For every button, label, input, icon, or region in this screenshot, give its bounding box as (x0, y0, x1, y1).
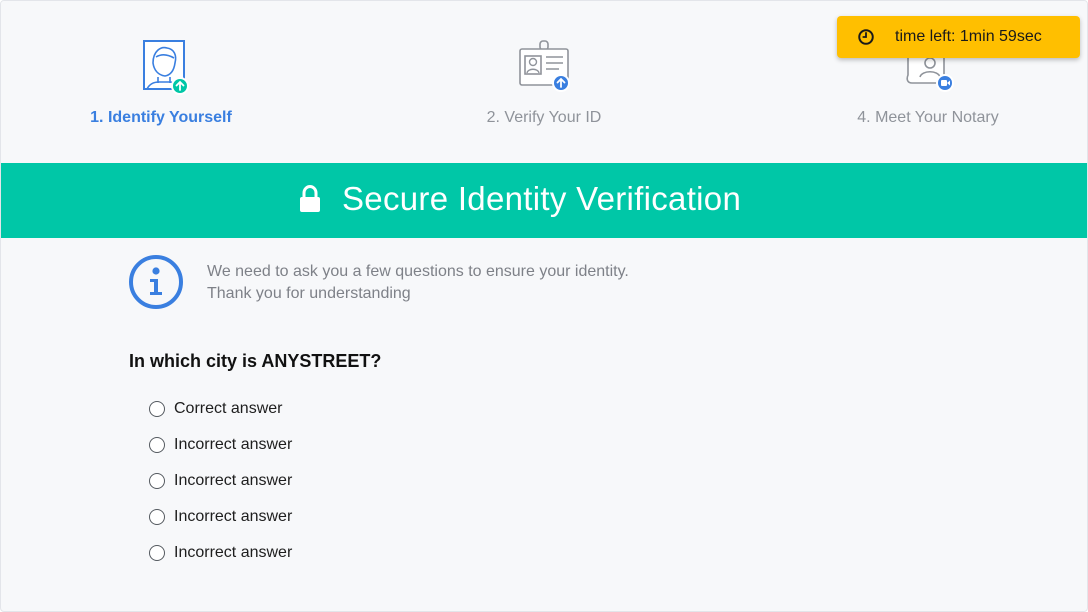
clock-icon (858, 29, 874, 45)
step-identify-yourself[interactable]: 1. Identify Yourself (41, 37, 281, 127)
answer-label: Correct answer (174, 400, 283, 417)
step-label: 1. Identify Yourself (90, 109, 232, 126)
info-message: We need to ask you a few questions to en… (207, 261, 629, 305)
question-text: In which city is ANYSTREET? (129, 351, 382, 371)
id-card-upload-icon (519, 40, 570, 92)
answer-label: Incorrect answer (174, 544, 293, 561)
time-left-text: time left: 1min 59sec (895, 28, 1042, 45)
answer-option[interactable]: Incorrect answer (149, 463, 292, 499)
answer-options: Correct answer Incorrect answer Incorrec… (149, 391, 292, 571)
info-line-2: Thank you for understanding (207, 285, 411, 302)
time-left-badge: time left: 1min 59sec (837, 16, 1080, 58)
radio-button[interactable] (149, 509, 165, 525)
info-icon (129, 255, 183, 309)
answer-option[interactable]: Incorrect answer (149, 535, 292, 571)
page-frame: 1. Identify Yourself 2. Verify Your ID 4… (0, 0, 1088, 612)
step-label: 2. Verify Your ID (486, 109, 602, 126)
answer-label: Incorrect answer (174, 436, 293, 453)
answer-option[interactable]: Incorrect answer (149, 499, 292, 535)
person-upload-icon (143, 40, 189, 95)
answer-option[interactable]: Incorrect answer (149, 427, 292, 463)
info-line-1: We need to ask you a few questions to en… (207, 263, 629, 280)
radio-button[interactable] (149, 437, 165, 453)
answer-label: Incorrect answer (174, 508, 293, 525)
radio-button[interactable] (149, 401, 165, 417)
step-verify-your-id[interactable]: 2. Verify Your ID (424, 37, 664, 127)
secure-verification-banner: Secure Identity Verification (1, 163, 1087, 238)
answer-label: Incorrect answer (174, 472, 293, 489)
radio-button[interactable] (149, 473, 165, 489)
lock-icon (300, 184, 320, 212)
radio-button[interactable] (149, 545, 165, 561)
step-label: 4. Meet Your Notary (857, 109, 999, 126)
answer-option[interactable]: Correct answer (149, 391, 292, 427)
banner-title: Secure Identity Verification (342, 180, 742, 217)
